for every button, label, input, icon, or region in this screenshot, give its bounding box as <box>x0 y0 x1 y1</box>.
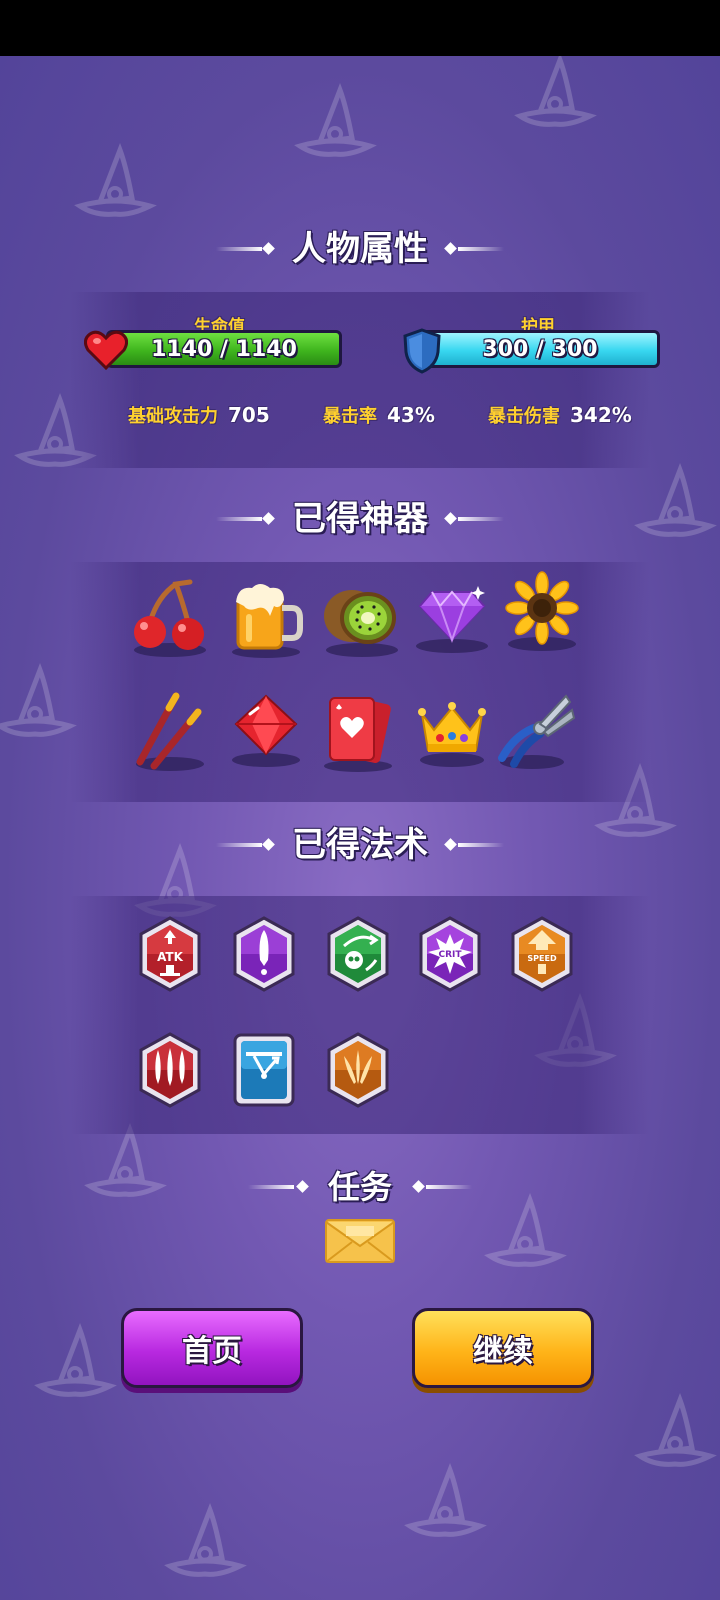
crown-icon <box>418 702 486 767</box>
witch-hat-pattern-icon <box>514 56 597 127</box>
home-button-label: 首页 <box>182 1334 242 1369</box>
stat-base-attack: 基础攻击力 705 <box>128 402 270 428</box>
artifact-crown[interactable] <box>410 690 494 774</box>
artifact-red-gem[interactable] <box>224 690 308 774</box>
spell-poison-skull[interactable] <box>326 916 390 992</box>
hp-value: 1140 / 1140 <box>151 336 297 362</box>
stat-crit-damage-value: 342% <box>570 403 632 427</box>
stat-crit-damage: 暴击伤害 342% <box>488 402 632 428</box>
artifact-beer-mug[interactable] <box>224 576 308 660</box>
witch-hat-pattern-icon <box>34 1322 117 1397</box>
stat-base-attack-label: 基础攻击力 <box>128 406 218 427</box>
home-button[interactable]: 首页 <box>121 1308 303 1388</box>
chopsticks-icon <box>136 692 204 771</box>
artifacts-title: 已得神器 <box>0 496 720 542</box>
witch-hat-pattern-icon <box>634 1392 717 1467</box>
spell-speed-up[interactable]: SPEED <box>510 916 574 992</box>
spell-triple-arrow[interactable] <box>138 1032 202 1108</box>
stat-crit-rate-label: 暴击率 <box>323 406 377 427</box>
title-line-right <box>458 843 504 847</box>
witch-hat-pattern-icon <box>294 82 377 157</box>
title-line-left <box>216 843 262 847</box>
continue-button-label: 继续 <box>473 1334 533 1369</box>
title-line-right <box>458 517 504 521</box>
title-diamond-right <box>444 242 457 255</box>
stat-crit-rate-value: 43% <box>387 403 435 427</box>
purple-arrow-spell-icon <box>233 916 295 992</box>
playing-card-icon <box>324 697 392 772</box>
triple-arrow-spell-icon <box>139 1032 201 1108</box>
sunflower-icon <box>505 571 579 651</box>
crit-spell-icon: CRIT <box>419 916 481 992</box>
title-diamond-left <box>262 838 275 851</box>
title-line-left <box>248 1185 294 1189</box>
witch-hat-pattern-icon <box>164 1502 247 1577</box>
title-diamond-left <box>296 1180 309 1193</box>
witch-hat-pattern-icon <box>0 662 77 737</box>
cherry-icon <box>134 579 206 657</box>
red-gem-icon <box>232 694 300 767</box>
spell-crit[interactable]: CRIT <box>418 916 482 992</box>
title-line-left <box>216 247 262 251</box>
tasks-title: 任务 <box>0 1164 720 1210</box>
beer-mug-icon <box>232 584 303 658</box>
stat-base-attack-value: 705 <box>228 403 270 427</box>
attack-up-spell-icon: ATK <box>139 916 201 992</box>
ricochet-spell-icon <box>233 1033 295 1107</box>
spell-speed-up-text: SPEED <box>527 954 557 963</box>
attributes-title: 人物属性 <box>0 226 720 272</box>
artifact-kiwi[interactable] <box>318 576 402 660</box>
envelope-icon[interactable] <box>324 1216 396 1264</box>
title-diamond-left <box>262 512 275 525</box>
spell-ricochet[interactable] <box>232 1032 296 1108</box>
spell-purple-arrow[interactable] <box>232 916 296 992</box>
speed-up-spell-icon: SPEED <box>511 916 573 992</box>
spell-attack-up-text: ATK <box>157 950 184 964</box>
status-bar <box>0 0 720 56</box>
spells-title-text: 已得法术 <box>292 825 428 865</box>
title-diamond-left <box>262 242 275 255</box>
spells-title: 已得法术 <box>0 822 720 868</box>
attributes-title-text: 人物属性 <box>292 229 428 269</box>
spell-attack-up[interactable]: ATK <box>138 916 202 992</box>
title-line-right <box>426 1185 472 1189</box>
artifacts-title-text: 已得神器 <box>292 499 428 539</box>
continue-button[interactable]: 继续 <box>412 1308 594 1388</box>
artifact-sunflower[interactable] <box>500 570 584 654</box>
spell-crit-text: CRIT <box>438 950 462 960</box>
title-line-right <box>458 247 504 251</box>
title-diamond-right <box>444 512 457 525</box>
armor-bar: 300 / 300 <box>420 330 660 368</box>
poison-skull-spell-icon <box>327 916 389 992</box>
artifact-purple-gem[interactable] <box>410 576 494 660</box>
armor-value: 300 / 300 <box>482 336 598 362</box>
stat-crit-damage-label: 暴击伤害 <box>488 406 560 427</box>
witch-hat-pattern-icon <box>74 142 157 217</box>
pliers-icon <box>498 694 576 769</box>
purple-gem-icon <box>416 586 488 653</box>
title-diamond-right <box>444 838 457 851</box>
heart-icon <box>84 330 128 370</box>
artifact-chopsticks[interactable] <box>128 690 212 774</box>
artifact-pliers[interactable] <box>494 688 578 772</box>
title-line-left <box>216 517 262 521</box>
title-diamond-right <box>412 1180 425 1193</box>
hp-bar: 1140 / 1140 <box>106 330 342 368</box>
artifact-playing-card[interactable] <box>316 690 400 774</box>
stat-crit-rate: 暴击率 43% <box>323 402 435 428</box>
kiwi-icon <box>324 590 398 657</box>
artifact-cherry[interactable] <box>128 576 212 660</box>
spread-shot-spell-icon <box>327 1032 389 1108</box>
witch-hat-pattern-icon <box>404 1462 487 1537</box>
tasks-title-text: 任务 <box>327 1168 392 1206</box>
spell-spread-shot[interactable] <box>326 1032 390 1108</box>
attributes-panel <box>70 292 650 468</box>
shield-icon <box>403 328 441 374</box>
